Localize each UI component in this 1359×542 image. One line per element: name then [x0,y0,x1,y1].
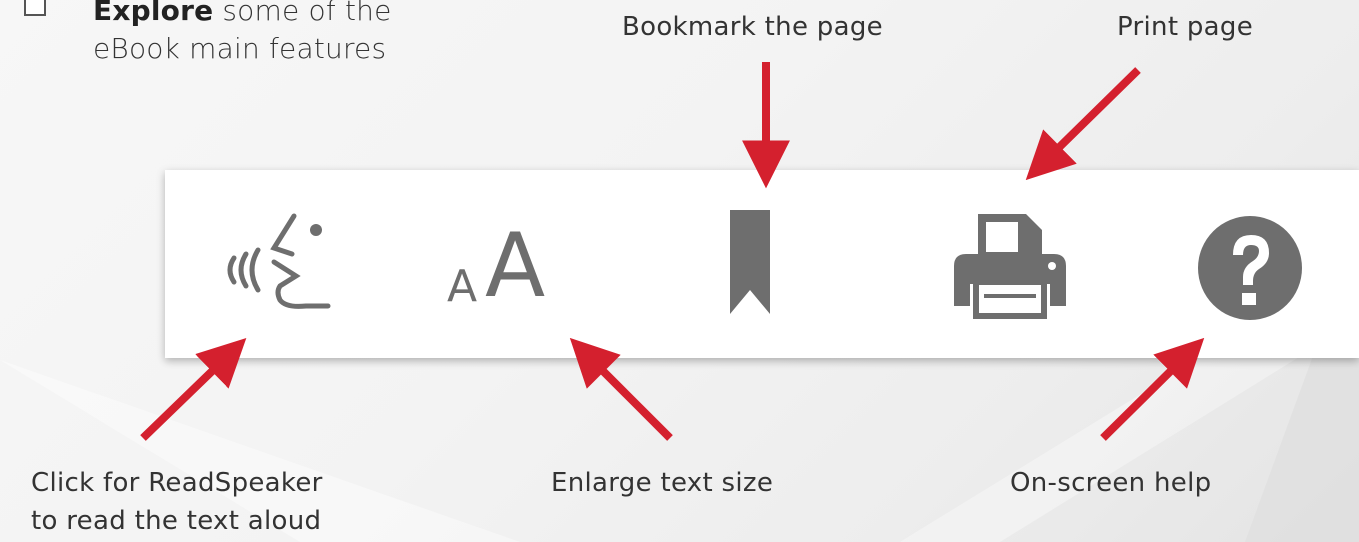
font-small-glyph: A [447,261,478,312]
intro-line2: eBook main features [93,32,387,65]
task-checkbox[interactable] [24,0,46,16]
intro-bold: Explore [93,0,214,27]
print-button[interactable] [950,210,1070,320]
text-size-button[interactable]: A A [447,210,597,320]
readspeaker-caption-line2: to read the text aloud [31,506,322,536]
font-large-glyph: A [485,214,546,317]
help-button[interactable] [1197,215,1303,321]
intro-text: Explore some of the eBook main features [93,0,423,68]
intro-rest: some of the [213,0,392,27]
help-caption: On-screen help [1010,468,1212,498]
readspeaker-button[interactable] [220,200,340,320]
print-caption: Print page [1117,12,1254,42]
ebook-toolbar: A A [165,170,1359,358]
printer-icon [954,214,1066,319]
readspeaker-caption-line1: Click for ReadSpeaker [31,468,323,498]
enlarge-caption: Enlarge text size [551,468,774,498]
bookmark-caption: Bookmark the page [622,12,883,42]
bookmark-icon [730,210,770,314]
bookmark-button[interactable] [727,210,773,318]
